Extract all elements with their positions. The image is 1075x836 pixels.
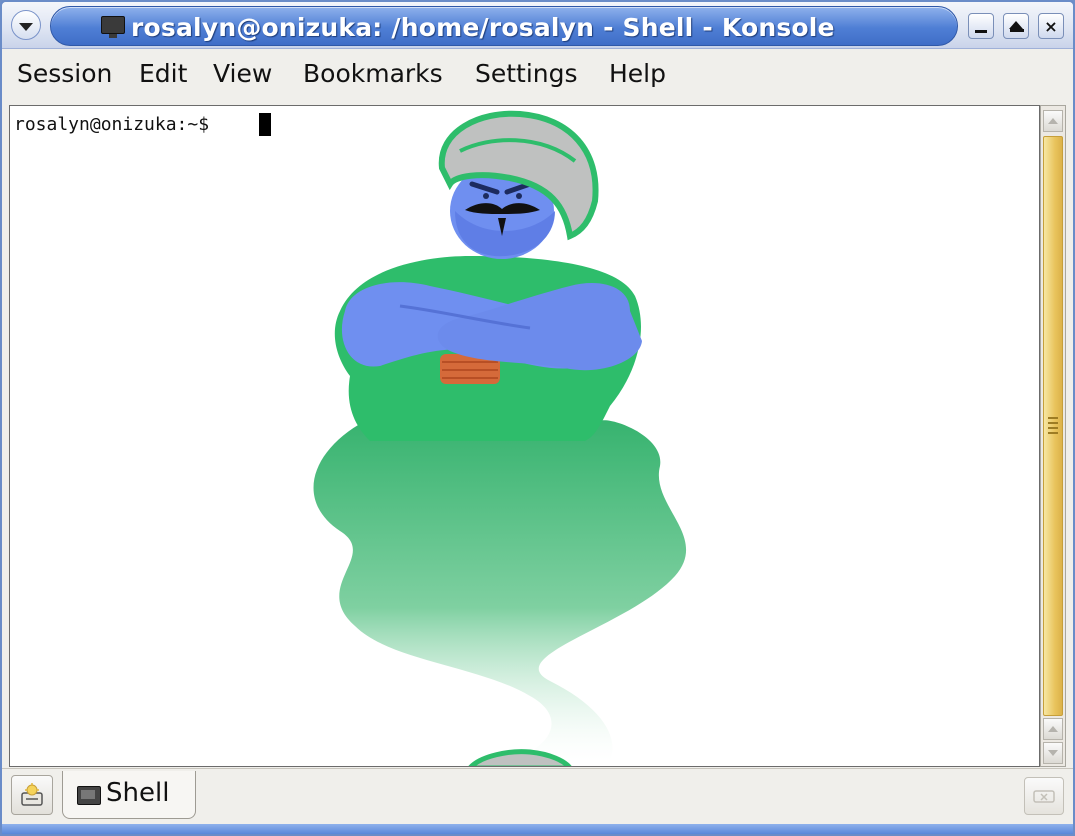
grip-line	[1048, 422, 1058, 424]
menu-settings[interactable]: Settings	[475, 59, 578, 88]
new-session-button[interactable]	[11, 775, 53, 815]
menu-bookmarks[interactable]: Bookmarks	[303, 59, 443, 88]
scroll-down-button[interactable]	[1043, 742, 1063, 764]
tab-label: Shell	[106, 778, 170, 808]
arrow-up-icon	[1048, 118, 1058, 124]
minimize-icon	[975, 29, 987, 33]
maximize-button[interactable]	[1003, 13, 1029, 39]
menu-edit[interactable]: Edit	[139, 59, 187, 88]
scroll-up-button[interactable]	[1043, 110, 1063, 132]
shell-prompt: rosalyn@onizuka:~$	[14, 114, 220, 135]
menu-session[interactable]: Session	[17, 59, 112, 88]
terminal-icon	[101, 16, 125, 38]
minimize-button[interactable]	[968, 13, 994, 39]
genie-smoke	[313, 420, 687, 761]
title-pill[interactable]: rosalyn@onizuka: /home/rosalyn - Shell -…	[50, 6, 958, 46]
maximize-bar	[1010, 29, 1024, 32]
konsole-window: rosalyn@onizuka: /home/rosalyn - Shell -…	[0, 0, 1075, 836]
tab-shell[interactable]: Shell	[62, 771, 196, 819]
grip-line	[1048, 432, 1058, 434]
close-tab-button[interactable]	[1024, 777, 1064, 815]
genie-illustration	[313, 110, 687, 766]
title-bar[interactable]: rosalyn@onizuka: /home/rosalyn - Shell -…	[2, 2, 1073, 49]
scrollbar-thumb[interactable]	[1043, 136, 1063, 716]
arrow-down-icon	[1048, 750, 1058, 756]
text-cursor	[259, 113, 271, 136]
grip-line	[1048, 427, 1058, 429]
close-icon: ×	[1044, 16, 1058, 36]
window-bottom-frame[interactable]	[2, 824, 1073, 834]
menu-help[interactable]: Help	[609, 59, 666, 88]
grip-line	[1048, 417, 1058, 419]
close-button[interactable]: ×	[1038, 13, 1064, 39]
new-session-icon	[21, 783, 43, 806]
arrow-up-icon	[1048, 726, 1058, 732]
terminal-area[interactable]: rosalyn@onizuka:~$	[9, 105, 1040, 767]
terminal-icon	[77, 786, 101, 805]
scroll-up-button-lower[interactable]	[1043, 718, 1063, 740]
tab-bar: Shell	[2, 768, 1073, 825]
vertical-scrollbar[interactable]	[1040, 105, 1066, 767]
maximize-icon	[1009, 21, 1023, 29]
menu-view[interactable]: View	[213, 59, 272, 88]
window-menu-button[interactable]	[11, 10, 41, 40]
close-tab-icon	[1033, 790, 1055, 803]
window-title: rosalyn@onizuka: /home/rosalyn - Shell -…	[131, 13, 835, 42]
menu-bar: Session Edit View Bookmarks Settings Hel…	[2, 49, 1073, 101]
